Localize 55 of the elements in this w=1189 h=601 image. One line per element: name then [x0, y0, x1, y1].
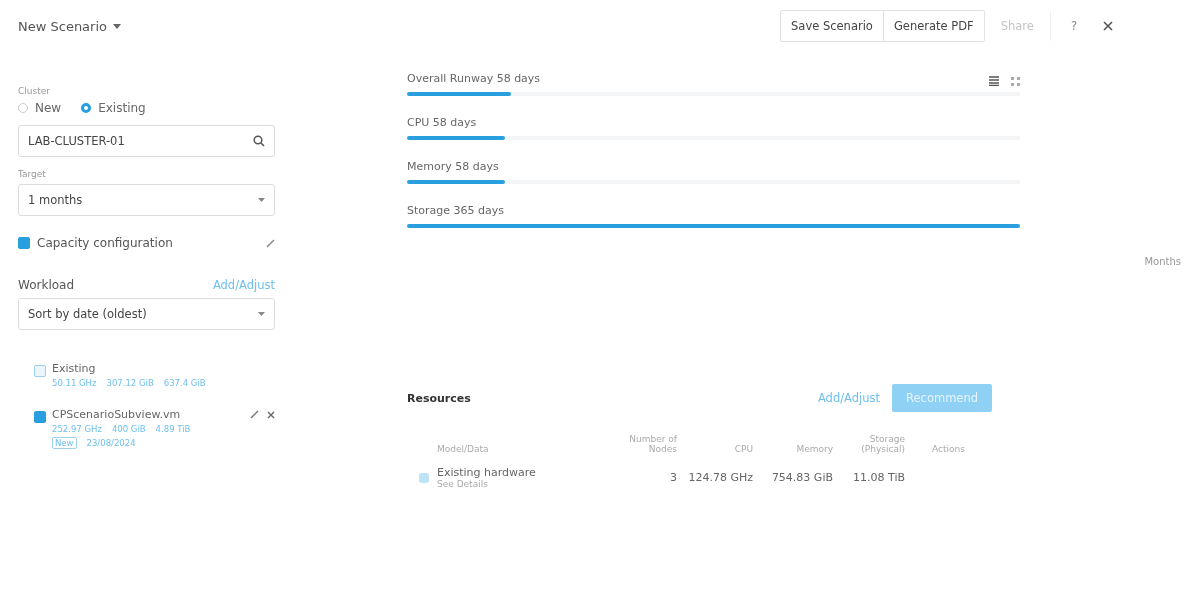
- row-name: Existing hardware: [437, 466, 537, 479]
- checkbox-label: Capacity configuration: [37, 236, 174, 250]
- section-title: Workload: [18, 278, 75, 292]
- close-icon[interactable]: [1103, 21, 1113, 31]
- workload-name: CPScenarioSubview.vm: [52, 408, 182, 421]
- search-icon[interactable]: [253, 135, 265, 147]
- table-cell-text: 124.78 GHz: [687, 471, 753, 484]
- field-label: Cluster: [18, 86, 51, 96]
- toolbar-button[interactable]: Generate PDF: [882, 11, 984, 41]
- checkbox[interactable]: [419, 472, 429, 483]
- workload-stat: 252.97 GHz: [52, 424, 102, 434]
- runway-label: Memory 58 days: [407, 160, 499, 175]
- workload-stat: 4.89 TiB: [155, 424, 191, 434]
- list-view-icon[interactable]: [989, 76, 999, 86]
- runway-label: Overall Runway 58 days: [407, 72, 541, 87]
- pencil-icon[interactable]: [266, 238, 275, 248]
- grid-view-icon[interactable]: [1011, 76, 1020, 86]
- workload-stat: 637.4 GiB: [163, 378, 206, 388]
- table-cell-text: 3: [669, 471, 677, 484]
- caret-icon[interactable]: [113, 23, 121, 29]
- workload-stat: 307.12 GiB: [106, 378, 154, 388]
- column-header: CPU: [734, 444, 753, 454]
- workload-date: 23/08/2024: [86, 438, 136, 448]
- target-dropdown[interactable]: 1 months: [18, 184, 275, 216]
- caret-icon[interactable]: [258, 312, 265, 316]
- column-header: Model/Data: [437, 444, 489, 454]
- workload-stat: 50.11 GHz: [52, 378, 97, 388]
- table-cell-text: 11.08 TiB: [852, 471, 905, 484]
- help-button[interactable]: ?: [1056, 11, 1091, 41]
- radio-button[interactable]: [81, 103, 92, 113]
- workload-name: Existing: [52, 362, 97, 375]
- toolbar-button[interactable]: Save Scenario: [781, 11, 883, 41]
- close-icon[interactable]: [267, 410, 275, 419]
- checkbox[interactable]: [34, 365, 46, 377]
- checkbox[interactable]: [18, 237, 30, 249]
- pencil-icon[interactable]: [250, 410, 259, 419]
- radio-label[interactable]: New: [35, 101, 62, 115]
- status-tag: New: [52, 437, 77, 449]
- sort-dropdown[interactable]: Sort by date (oldest): [18, 298, 275, 330]
- axis-label: Months: [1144, 256, 1181, 267]
- column-header: Storage (Physical): [860, 434, 905, 454]
- checkbox[interactable]: [34, 411, 46, 423]
- caret-icon[interactable]: [258, 198, 265, 202]
- scenario-title[interactable]: New Scenario: [18, 18, 107, 34]
- column-header: Memory: [796, 444, 833, 454]
- search-field[interactable]: LAB-CLUSTER-01: [18, 125, 275, 157]
- table-cell-text: 754.83 GiB: [770, 471, 833, 484]
- radio-label[interactable]: Existing: [98, 101, 146, 115]
- field-label: Target: [18, 169, 47, 179]
- runway-label: Storage 365 days: [407, 204, 504, 219]
- workload-stat: 400 GiB: [111, 424, 146, 434]
- runway-label: CPU 58 days: [407, 116, 477, 131]
- section-title: Resources: [407, 391, 472, 405]
- column-header: Number of Nodes: [628, 434, 677, 454]
- column-header: Actions: [932, 444, 965, 454]
